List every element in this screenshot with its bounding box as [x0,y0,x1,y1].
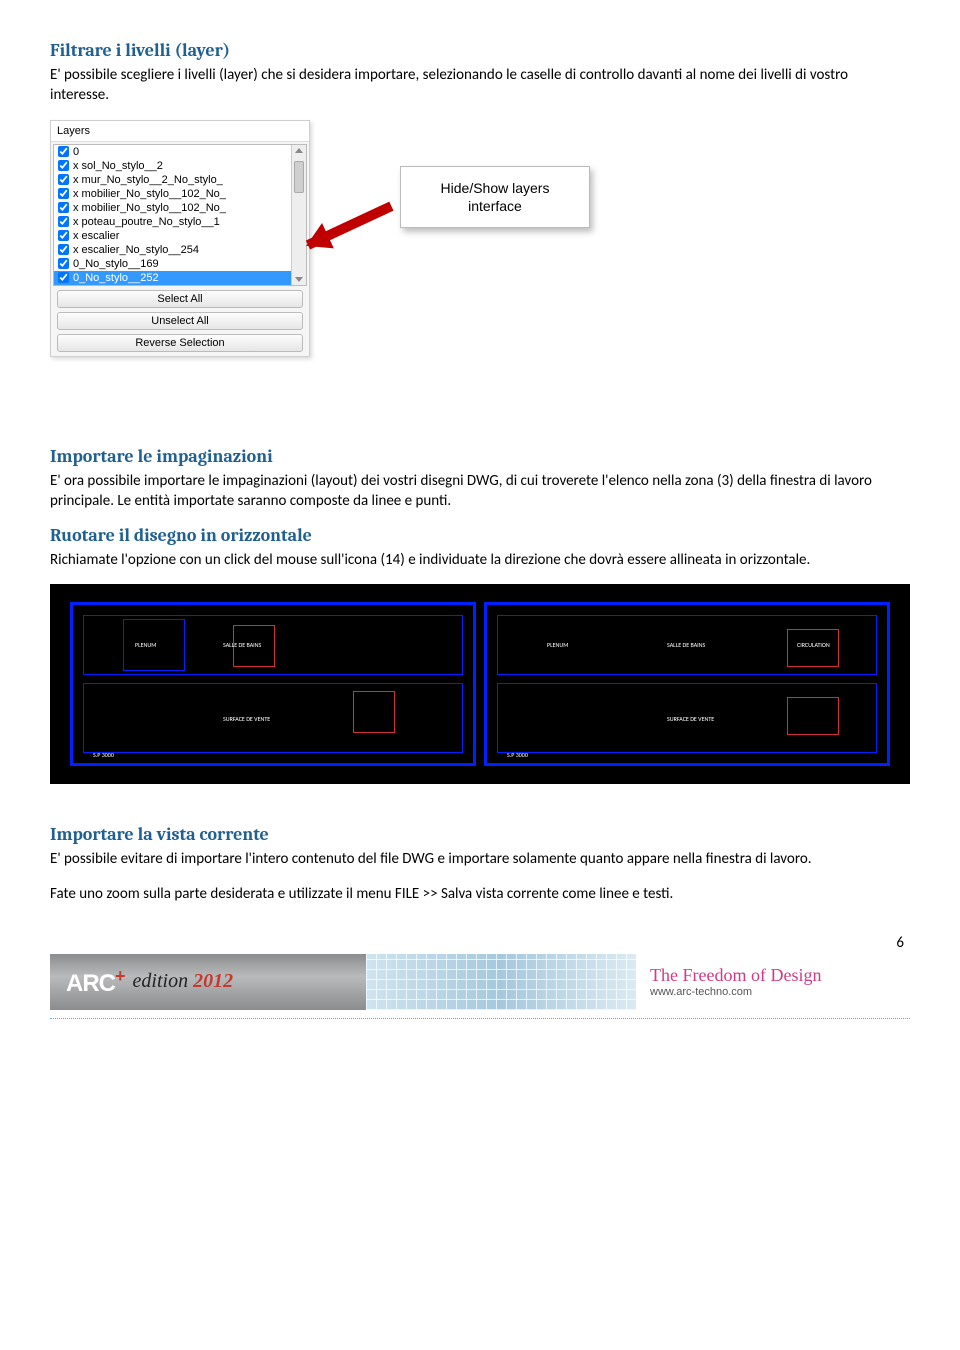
section-heading-import-layouts: Importare le impaginazioni [50,446,910,467]
section-heading-import-view: Importare la vista corrente [50,824,910,845]
cad-label: PLENUM [135,641,156,649]
layer-row[interactable]: x mobilier_No_stylo__102_No_ [54,187,306,201]
section-body-rotate: Richiamate l'opzione con un click del mo… [50,550,910,570]
layer-name: x mobilier_No_stylo__102_No_ [73,202,226,214]
layer-name: 0_No_stylo__252 [73,272,159,284]
layer-row[interactable]: 0_No_stylo__252 [54,271,306,285]
layer-row[interactable]: 0 [54,145,306,159]
layer-name: 0_No_stylo__169 [73,258,159,270]
layer-name: 0 [73,146,79,158]
layer-checkbox[interactable] [58,272,69,283]
layers-panel-title: Layers [51,121,309,142]
page-number: 6 [50,934,910,952]
layer-row[interactable]: x mur_No_stylo__2_No_stylo_ [54,173,306,187]
layer-checkbox[interactable] [58,202,69,213]
footer-url: www.arc-techno.com [650,986,752,998]
cad-label: SURFACE DE VENTE [667,715,714,723]
cad-label: S.P 3000 [507,751,528,759]
layer-row[interactable]: x sol_No_stylo__2 [54,159,306,173]
slogan: The Freedom of Design [650,965,821,986]
cad-drawing: PLENUM SALLE DE BAINS SURFACE DE VENTE S… [50,584,910,784]
layer-name: x sol_No_stylo__2 [73,160,163,172]
layer-row[interactable]: x mobilier_No_stylo__102_No_ [54,201,306,215]
unselect-all-button[interactable]: Unselect All [57,312,303,330]
section-body-filter-layers: E' possibile scegliere i livelli (layer)… [50,65,910,106]
edition-word: edition [133,970,194,992]
cad-label: SALLE DE BAINS [223,641,261,649]
arc-logo-text: ARC [66,970,115,997]
cad-label: SALLE DE BAINS [667,641,705,649]
callout-box: Hide/Show layers interface [400,166,590,228]
arc-logo-plus-icon: + [115,966,125,986]
arc-logo: ARC+ [66,966,125,998]
cad-label: CIRCULATION [797,641,830,649]
edition-year: 2012 [193,970,233,992]
layer-checkbox[interactable] [58,160,69,171]
reverse-selection-button[interactable]: Reverse Selection [57,334,303,352]
footer-rule [50,1018,910,1019]
layer-row[interactable]: x poteau_poutre_No_stylo__1 [54,215,306,229]
section-body-import-view-2: Fate uno zoom sulla parte desiderata e u… [50,884,910,904]
layer-checkbox[interactable] [58,174,69,185]
callout-arrow-icon [306,201,394,249]
layers-list: 0 x sol_No_stylo__2x mur_No_stylo__2_No_s… [53,144,307,286]
section-heading-filter-layers: Filtrare i livelli (layer) [50,40,910,61]
layer-name: x poteau_poutre_No_stylo__1 [73,216,220,228]
section-body-import-view-1: E' possibile evitare di importare l'inte… [50,849,910,869]
section-heading-rotate: Ruotare il disegno in orizzontale [50,525,910,546]
cad-label: S.P 3000 [93,751,114,759]
layer-name: x mobilier_No_stylo__102_No_ [73,188,226,200]
layer-checkbox[interactable] [58,188,69,199]
layer-checkbox[interactable] [58,244,69,255]
cad-label: SURFACE DE VENTE [223,715,270,723]
select-all-button[interactable]: Select All [57,290,303,308]
layers-panel: Layers 0 x sol_No_stylo__2x mur_No_stylo_… [50,120,310,357]
layer-checkbox[interactable] [58,146,69,157]
banner-graphic [366,954,636,1010]
layer-checkbox[interactable] [58,230,69,241]
page-footer: 6 ARC+ edition 2012 The Freedom of Desig… [50,934,910,1012]
cad-label: PLENUM [547,641,568,649]
scrollbar[interactable] [291,145,306,285]
layer-name: x mur_No_stylo__2_No_stylo_ [73,174,223,186]
footer-banner: ARC+ edition 2012 The Freedom of Design … [50,954,910,1010]
layer-name: x escalier_No_stylo__254 [73,244,199,256]
layers-panel-screenshot: Layers 0 x sol_No_stylo__2x mur_No_stylo_… [50,120,630,420]
layer-checkbox[interactable] [58,258,69,269]
layer-row[interactable]: x escalier_No_stylo__254 [54,243,306,257]
layer-row[interactable]: x escalier [54,229,306,243]
edition-label: edition 2012 [133,970,234,993]
section-body-import-layouts: E' ora possibile importare le impaginazi… [50,471,910,512]
layer-row[interactable]: 0_No_stylo__27 [54,285,306,286]
layer-checkbox[interactable] [58,216,69,227]
layer-name: x escalier [73,230,119,242]
layer-row[interactable]: 0_No_stylo__169 [54,257,306,271]
